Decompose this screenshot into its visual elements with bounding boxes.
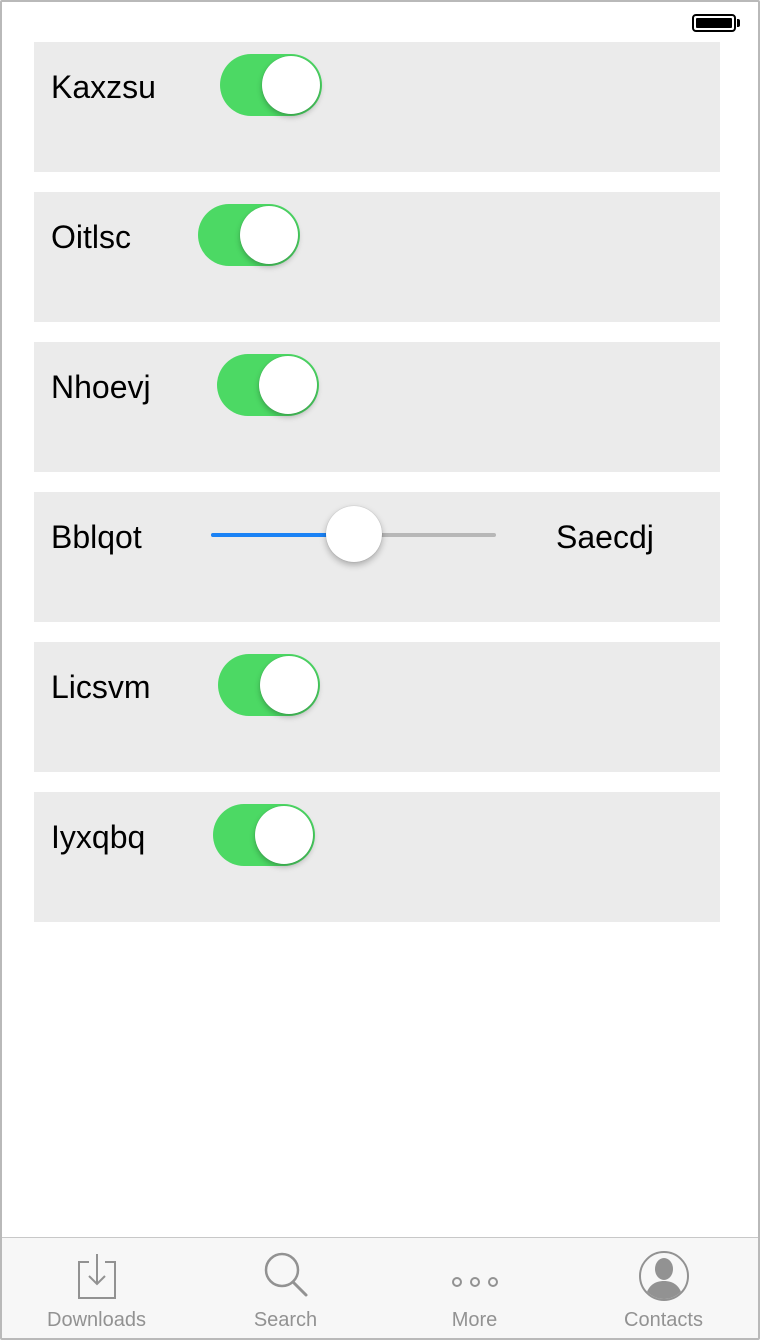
tab-downloads[interactable]: Downloads xyxy=(2,1238,191,1338)
row-label: Iyxqbq xyxy=(51,819,146,855)
settings-row-nhoevj: Nhoevj xyxy=(34,342,720,472)
bblqot-slider[interactable] xyxy=(211,504,496,566)
row-label: Oitlsc xyxy=(51,219,131,255)
tab-label: Search xyxy=(253,1309,318,1331)
slider-right-label: Saecdj xyxy=(556,519,654,555)
tab-label: Contacts xyxy=(624,1309,703,1331)
settings-row-kaxzsu: Kaxzsu xyxy=(34,42,720,172)
settings-row-oitlsc: Oitlsc xyxy=(34,192,720,322)
settings-row-bblqot: Bblqot Saecdj xyxy=(34,492,720,622)
settings-row-licsvm: Licsvm xyxy=(34,642,720,772)
row-label: Nhoevj xyxy=(51,369,151,405)
row-label: Bblqot xyxy=(51,519,142,555)
battery-fill xyxy=(696,18,732,28)
tab-contacts[interactable]: Contacts xyxy=(569,1238,758,1338)
row-label: Kaxzsu xyxy=(51,69,156,105)
licsvm-toggle[interactable] xyxy=(218,654,320,716)
more-icon xyxy=(451,1277,498,1287)
downloads-icon xyxy=(77,1254,116,1299)
toggle-knob xyxy=(260,656,318,714)
toggle-knob xyxy=(240,206,298,264)
toggle-knob xyxy=(259,356,317,414)
tab-bar: Downloads Search More Contacts xyxy=(2,1237,758,1338)
tab-more[interactable]: More xyxy=(380,1238,569,1338)
tab-label: Downloads xyxy=(47,1309,146,1331)
contacts-icon xyxy=(638,1251,689,1301)
nhoevj-toggle[interactable] xyxy=(217,354,319,416)
slider-thumb[interactable] xyxy=(326,506,382,562)
row-label: Licsvm xyxy=(51,669,151,705)
toggle-knob xyxy=(262,56,320,114)
tab-search[interactable]: Search xyxy=(191,1238,380,1338)
tab-label: More xyxy=(451,1309,498,1331)
battery-icon xyxy=(692,14,736,32)
oitlsc-toggle[interactable] xyxy=(198,204,300,266)
iyxqbq-toggle[interactable] xyxy=(213,804,315,866)
kaxzsu-toggle[interactable] xyxy=(220,54,322,116)
status-bar xyxy=(2,2,758,42)
settings-row-iyxqbq: Iyxqbq xyxy=(34,792,720,922)
app-screen: Kaxzsu Oitlsc Nhoevj Bblqot Saecdj Licsv… xyxy=(0,0,760,1340)
battery-tip xyxy=(737,19,740,27)
search-icon xyxy=(264,1252,307,1297)
toggle-knob xyxy=(255,806,313,864)
